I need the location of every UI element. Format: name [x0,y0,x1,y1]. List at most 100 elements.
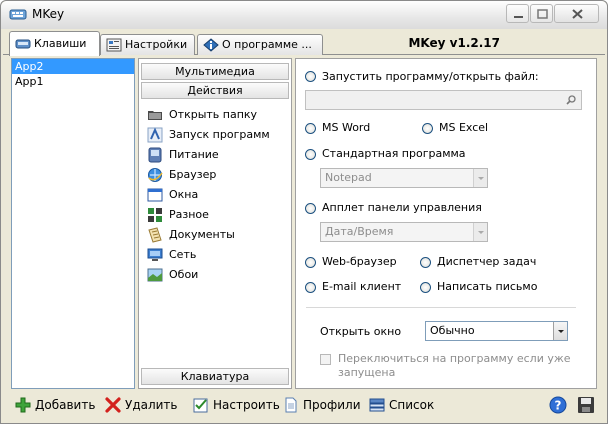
action-open-folder[interactable]: Открыть папку [147,106,257,124]
windows-icon [147,188,163,202]
documents-icon [148,227,162,243]
list-button[interactable]: Список [369,395,434,415]
window-title: MKey [32,7,65,21]
file-path-input[interactable] [305,90,582,110]
profiles-button-label: Профили [303,398,361,412]
settings-icon [106,38,122,52]
list-icon [369,398,385,412]
switch-if-running-label-2: запущена [338,366,396,379]
radio-ms-word[interactable] [305,123,316,134]
folder-icon [148,111,162,120]
task-manager-label: Диспетчер задач [437,255,537,268]
tab-about-label: О программе ... [222,38,312,51]
run-programs-icon [147,127,163,143]
action-wallpaper-label: Обои [169,268,199,281]
control-panel-label: Апплет панели управления [322,201,482,214]
browser-icon [148,168,163,182]
keyboard-icon [15,39,31,49]
chevron-down-icon [473,223,487,241]
help-icon[interactable]: ? [549,396,567,414]
radio-web-browser[interactable] [305,257,316,268]
radio-ms-excel[interactable] [422,123,433,134]
standard-program-select[interactable]: Notepad [320,168,488,188]
standard-program-label: Стандартная программа [322,147,466,160]
action-run-programs[interactable]: Запуск программ [147,126,270,144]
action-windows[interactable]: Окна [147,186,198,204]
maximize-button[interactable] [530,4,553,23]
switch-if-running-label: Переключиться на программу если уже [338,352,571,365]
category-panel: Мультимедиа Действия Открыть папку Запус… [138,58,292,389]
web-browser-label: Web-браузер [322,255,397,268]
section-actions[interactable]: Действия [141,82,289,99]
control-panel-value: Дата/Время [325,225,394,238]
delete-button-label: Удалить [125,398,178,412]
profiles-icon [285,397,297,413]
radio-control-panel[interactable] [305,203,316,214]
open-window-label: Открыть окно [320,325,402,338]
radio-task-manager[interactable] [420,257,431,268]
action-open-folder-label: Открыть папку [169,108,258,121]
minimize-icon [514,16,523,18]
info-icon [203,38,219,52]
action-documents[interactable]: Документы [147,226,235,244]
action-documents-label: Документы [169,228,235,241]
action-network-label: Сеть [169,248,197,261]
section-keyboard[interactable]: Клавиатура [141,368,289,385]
write-letter-label: Написать письмо [437,280,538,293]
plus-icon [15,397,31,413]
tab-keys-label: Клавиши [34,37,87,50]
tab-settings[interactable]: Настройки [100,34,195,55]
close-button[interactable] [554,4,599,23]
misc-icon [148,208,162,222]
tab-strip: Клавиши Настройки О программе ... MKey v… [3,31,605,56]
divider [306,307,576,308]
save-icon[interactable] [577,396,595,414]
add-button-label: Добавить [35,398,96,412]
action-power[interactable]: Питание [147,146,219,164]
wallpaper-icon [147,268,163,282]
configure-button[interactable]: Настроить [193,395,280,415]
power-icon [148,147,162,163]
radio-write-letter[interactable] [420,282,431,293]
chevron-down-icon [553,322,567,340]
action-power-label: Питание [169,148,219,161]
options-panel: Запустить программу/открыть файл: MS Wor… [295,58,597,389]
search-icon[interactable] [565,94,577,106]
action-browser-label: Браузер [169,168,217,181]
action-windows-label: Окна [169,188,199,201]
switch-if-running-checkbox[interactable] [320,354,331,365]
email-client-label: E-mail клиент [322,280,402,293]
configure-icon [193,398,208,413]
title-bar[interactable]: MKey [1,1,607,29]
svg-text:?: ? [555,399,562,413]
action-browser[interactable]: Браузер [147,166,216,184]
delete-button[interactable]: Удалить [105,395,178,415]
chevron-down-icon [473,169,487,187]
main-window: MKey Клавиши Настройки О программе ... M… [0,0,608,424]
add-button[interactable]: Добавить [15,395,95,415]
ms-word-label: MS Word [322,121,371,134]
delete-icon [105,397,121,413]
keyboard-app-icon [9,9,27,20]
configure-button-label: Настроить [213,398,280,412]
action-network[interactable]: Сеть [147,246,196,264]
control-panel-select[interactable]: Дата/Время [320,222,488,242]
open-window-select[interactable]: Обычно [425,321,568,341]
tab-settings-label: Настройки [125,38,188,51]
action-wallpaper[interactable]: Обои [147,266,198,284]
profiles-button[interactable]: Профили [283,395,361,415]
list-item-app1[interactable]: App1 [12,74,134,89]
minimize-button[interactable] [506,4,529,23]
app-list[interactable]: App2 App1 [11,58,135,389]
maximize-icon [537,9,548,19]
radio-run-program[interactable] [305,71,316,82]
tab-about[interactable]: О программе ... [197,34,323,55]
radio-standard-program[interactable] [305,149,316,160]
radio-email-client[interactable] [305,282,316,293]
section-multimedia[interactable]: Мультимедиа [141,63,289,80]
tab-keys[interactable]: Клавиши [9,31,100,56]
open-window-value: Обычно [430,324,475,337]
run-program-label: Запустить программу/открыть файл: [322,70,539,83]
list-item-app2[interactable]: App2 [12,59,134,74]
action-misc[interactable]: Разное [147,206,209,224]
